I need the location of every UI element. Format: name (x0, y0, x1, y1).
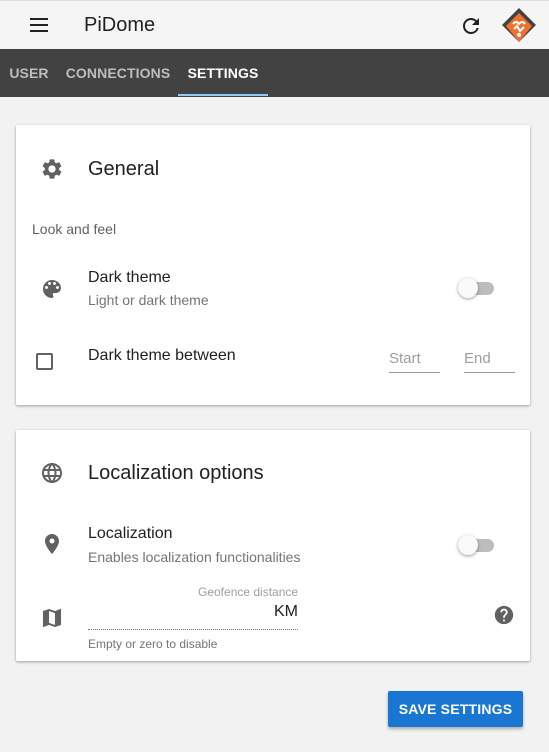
localization-toggle-title: Localization (88, 525, 173, 542)
geofence-unit: KM (274, 603, 298, 620)
gear-icon (42, 159, 62, 179)
menu-icon[interactable] (30, 17, 50, 33)
geofence-input[interactable] (88, 600, 298, 630)
look-and-feel-subheader: Look and feel (32, 221, 117, 237)
refresh-icon[interactable] (459, 14, 483, 38)
localization-title: Localization options (88, 462, 264, 484)
app-bar: PiDome (0, 0, 549, 49)
geofence-label: Geofence distance (198, 585, 299, 599)
general-card: General Look and feel Dark theme Light o… (16, 125, 530, 405)
tab-settings[interactable]: SETTINGS (178, 49, 268, 97)
dark-theme-between-checkbox[interactable] (36, 353, 53, 370)
localization-toggle-subtitle: Enables localization functionalities (88, 549, 301, 565)
general-title: General (88, 158, 160, 180)
tab-user[interactable]: USER (0, 49, 58, 97)
localization-toggle[interactable] (458, 535, 496, 555)
map-icon (43, 609, 61, 627)
location-pin-icon (45, 534, 59, 554)
dark-end-input[interactable] (464, 345, 515, 373)
palette-icon (43, 280, 61, 298)
tab-connections[interactable]: CONNECTIONS (58, 49, 178, 97)
globe-icon (42, 463, 62, 483)
dark-theme-subtitle: Light or dark theme (88, 292, 209, 308)
dark-theme-between-label: Dark theme between (88, 347, 236, 364)
app-title: PiDome (84, 14, 156, 36)
help-icon[interactable] (493, 604, 515, 626)
geofence-hint: Empty or zero to disable (88, 637, 218, 651)
tab-indicator (178, 94, 268, 96)
dark-theme-title: Dark theme (88, 269, 171, 286)
dark-start-input[interactable] (389, 345, 440, 373)
dark-theme-toggle[interactable] (458, 278, 496, 298)
localization-card: Localization options Localization Enable… (16, 430, 530, 661)
save-settings-button[interactable]: SAVE SETTINGS (388, 691, 523, 727)
tab-bar: USER CONNECTIONS SETTINGS (0, 49, 549, 97)
pidome-logo[interactable] (500, 7, 538, 45)
